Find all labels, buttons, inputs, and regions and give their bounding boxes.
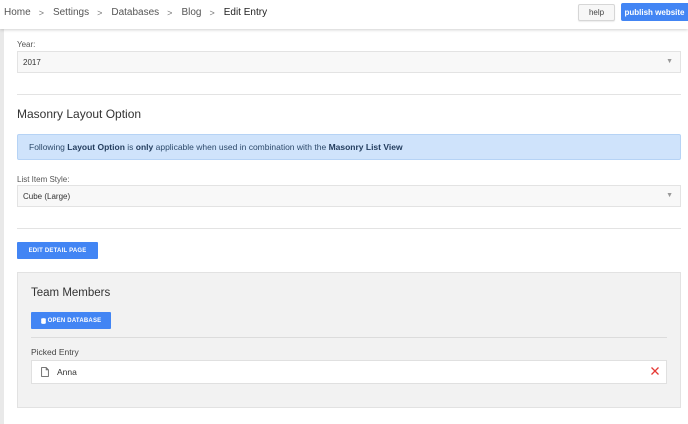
edit-detail-page-button[interactable]: EDIT DETAIL PAGE <box>17 242 98 259</box>
breadcrumb-home[interactable]: Home <box>4 7 31 18</box>
publish-website-button[interactable]: publish website <box>621 3 688 21</box>
year-select[interactable]: 2017 ▼ <box>17 51 681 73</box>
picked-entry-label: Picked Entry <box>31 347 79 357</box>
list-item-style-label: List Item Style: <box>17 175 70 184</box>
picked-entry-name: Anna <box>57 367 77 377</box>
breadcrumb-blog[interactable]: Blog <box>181 7 201 18</box>
top-toolbar: Home > Settings > Databases > Blog > Edi… <box>0 0 688 29</box>
open-database-button[interactable]: OPEN DATABASE <box>31 312 111 329</box>
team-members-panel: Team Members OPEN DATABASE Picked Entry … <box>17 272 681 408</box>
breadcrumb-separator: > <box>209 7 215 18</box>
masonry-section-title: Masonry Layout Option <box>17 107 142 121</box>
section-divider <box>17 94 681 95</box>
help-button[interactable]: help <box>578 4 615 21</box>
list-item-style-value: Cube (Large) <box>23 191 71 201</box>
breadcrumb-settings[interactable]: Settings <box>53 7 89 18</box>
picked-entry-row[interactable]: Anna <box>31 360 667 384</box>
close-icon[interactable] <box>650 366 660 376</box>
breadcrumb-separator: > <box>38 7 44 18</box>
breadcrumb-separator: > <box>167 7 173 18</box>
year-label: Year: <box>17 40 36 49</box>
chevron-down-icon: ▼ <box>666 58 673 65</box>
team-members-title: Team Members <box>31 287 111 299</box>
info-text: Following Layout Option is only applicab… <box>29 142 403 152</box>
document-icon <box>41 367 49 377</box>
breadcrumb-databases[interactable]: Databases <box>111 7 159 18</box>
chevron-down-icon: ▼ <box>666 192 673 199</box>
year-select-value: 2017 <box>23 57 41 67</box>
panel-divider <box>31 337 667 338</box>
masonry-info-alert: Following Layout Option is only applicab… <box>17 134 681 160</box>
list-item-style-select[interactable]: Cube (Large) ▼ <box>17 185 681 207</box>
breadcrumb: Home > Settings > Databases > Blog > Edi… <box>4 7 267 18</box>
database-icon <box>40 317 46 324</box>
breadcrumb-separator: > <box>97 7 103 18</box>
left-edge-bar <box>0 0 4 424</box>
open-database-label: OPEN DATABASE <box>47 317 102 324</box>
section-divider <box>17 228 681 229</box>
breadcrumb-edit-entry: Edit Entry <box>223 7 268 18</box>
